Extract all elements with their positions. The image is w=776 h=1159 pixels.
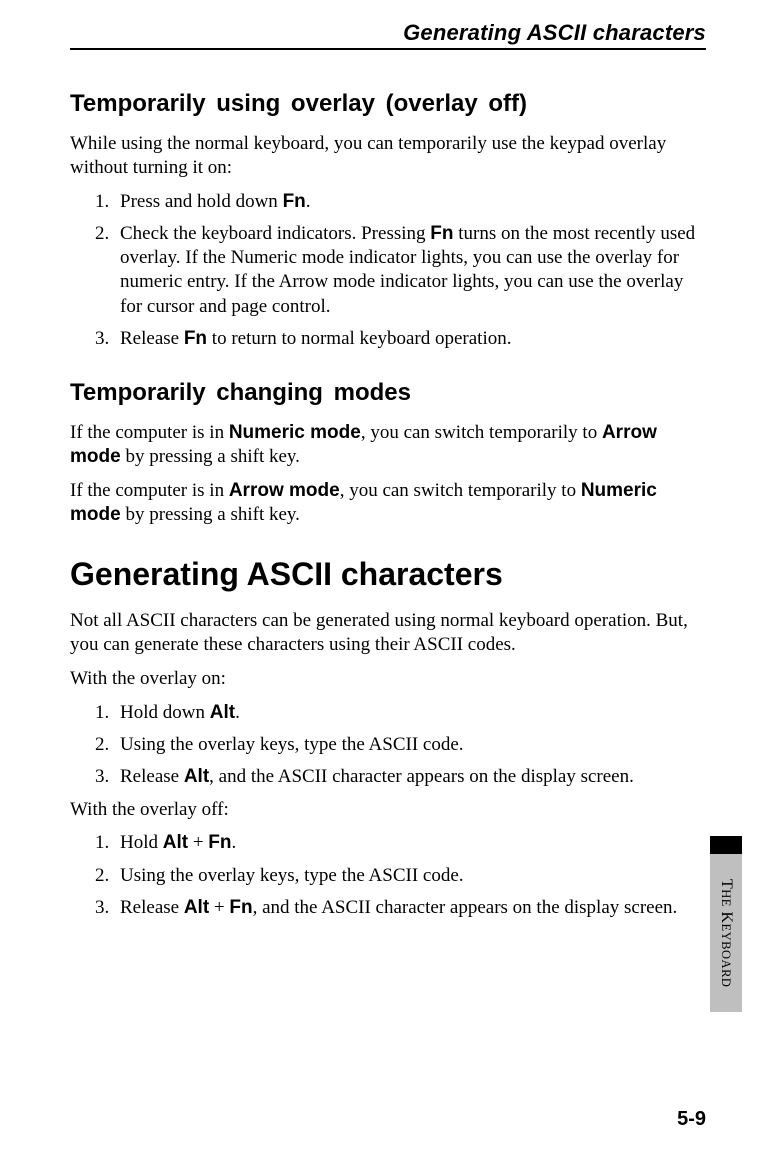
mode-arrow: Arrow mode: [229, 480, 340, 501]
list-item: Hold down Alt.: [114, 701, 706, 725]
overlay-off-intro: While using the normal keyboard, you can…: [70, 132, 706, 180]
key-fn: Fn: [430, 223, 453, 244]
changing-modes-p1: If the computer is in Numeric mode, you …: [70, 421, 706, 469]
key-fn: Fn: [184, 328, 207, 349]
list-item: Hold Alt + Fn.: [114, 831, 706, 855]
key-alt: Alt: [184, 766, 209, 787]
text: Release: [120, 328, 184, 349]
overlay-off-steps: Press and hold down Fn. Check the keyboa…: [70, 190, 706, 352]
text: +: [209, 897, 229, 918]
text: Release: [120, 766, 184, 787]
text: to return to normal keyboard operation.: [207, 328, 511, 349]
text: Check the keyboard indicators. Pressing: [120, 223, 430, 244]
list-item: Release Alt + Fn, and the ASCII characte…: [114, 896, 706, 920]
list-item: Check the keyboard indicators. Pressing …: [114, 222, 706, 319]
heading-ascii: Generating ASCII characters: [70, 556, 706, 593]
header-rule: [70, 48, 706, 50]
key-alt: Alt: [163, 832, 188, 853]
key-fn: Fn: [283, 191, 306, 212]
list-item: Release Alt, and the ASCII character app…: [114, 765, 706, 789]
text: , you can switch temporarily to: [340, 480, 581, 501]
running-head: Generating ASCII characters: [70, 20, 706, 46]
text: , and the ASCII character appears on the…: [253, 897, 678, 918]
ascii-intro: Not all ASCII characters can be generate…: [70, 609, 706, 657]
ascii-off-steps: Hold Alt + Fn. Using the overlay keys, t…: [70, 831, 706, 920]
list-item: Using the overlay keys, type the ASCII c…: [114, 864, 706, 888]
text: If the computer is in: [70, 480, 229, 501]
text: .: [232, 832, 237, 853]
key-fn: Fn: [229, 897, 252, 918]
heading-changing-modes: Temporarily changing modes: [70, 379, 706, 407]
heading-overlay-off: Temporarily using overlay (overlay off): [70, 90, 706, 118]
key-alt: Alt: [210, 702, 235, 723]
text: K: [718, 911, 735, 923]
text: EYBOARD: [719, 923, 733, 987]
changing-modes-p2: If the computer is in Arrow mode, you ca…: [70, 479, 706, 527]
ascii-on-steps: Hold down Alt. Using the overlay keys, t…: [70, 701, 706, 790]
text: Hold: [120, 832, 163, 853]
key-fn: Fn: [208, 832, 231, 853]
text: .: [235, 702, 240, 723]
tab-label: THE KEYBOARD: [717, 879, 735, 987]
tab-marker: [710, 836, 742, 854]
text: Hold down: [120, 702, 210, 723]
text: If the computer is in: [70, 422, 229, 443]
mode-numeric: Numeric mode: [229, 422, 361, 443]
chapter-tab: THE KEYBOARD: [710, 836, 742, 1012]
tab-label-box: THE KEYBOARD: [710, 854, 742, 1012]
text: by pressing a shift key.: [121, 504, 300, 525]
page-number: 5-9: [677, 1108, 706, 1131]
text: , you can switch temporarily to: [361, 422, 602, 443]
page-content: Generating ASCII characters Temporarily …: [0, 0, 776, 920]
text: Press and hold down: [120, 191, 283, 212]
text: +: [188, 832, 208, 853]
text: Release: [120, 897, 184, 918]
list-item: Using the overlay keys, type the ASCII c…: [114, 733, 706, 757]
list-item: Press and hold down Fn.: [114, 190, 706, 214]
ascii-off-label: With the overlay off:: [70, 798, 706, 822]
text: , and the ASCII character appears on the…: [209, 766, 634, 787]
key-alt: Alt: [184, 897, 209, 918]
list-item: Release Fn to return to normal keyboard …: [114, 327, 706, 351]
text: T: [718, 879, 735, 889]
ascii-on-label: With the overlay on:: [70, 667, 706, 691]
text: by pressing a shift key.: [121, 446, 300, 467]
text: HE: [719, 889, 733, 907]
text: .: [306, 191, 311, 212]
